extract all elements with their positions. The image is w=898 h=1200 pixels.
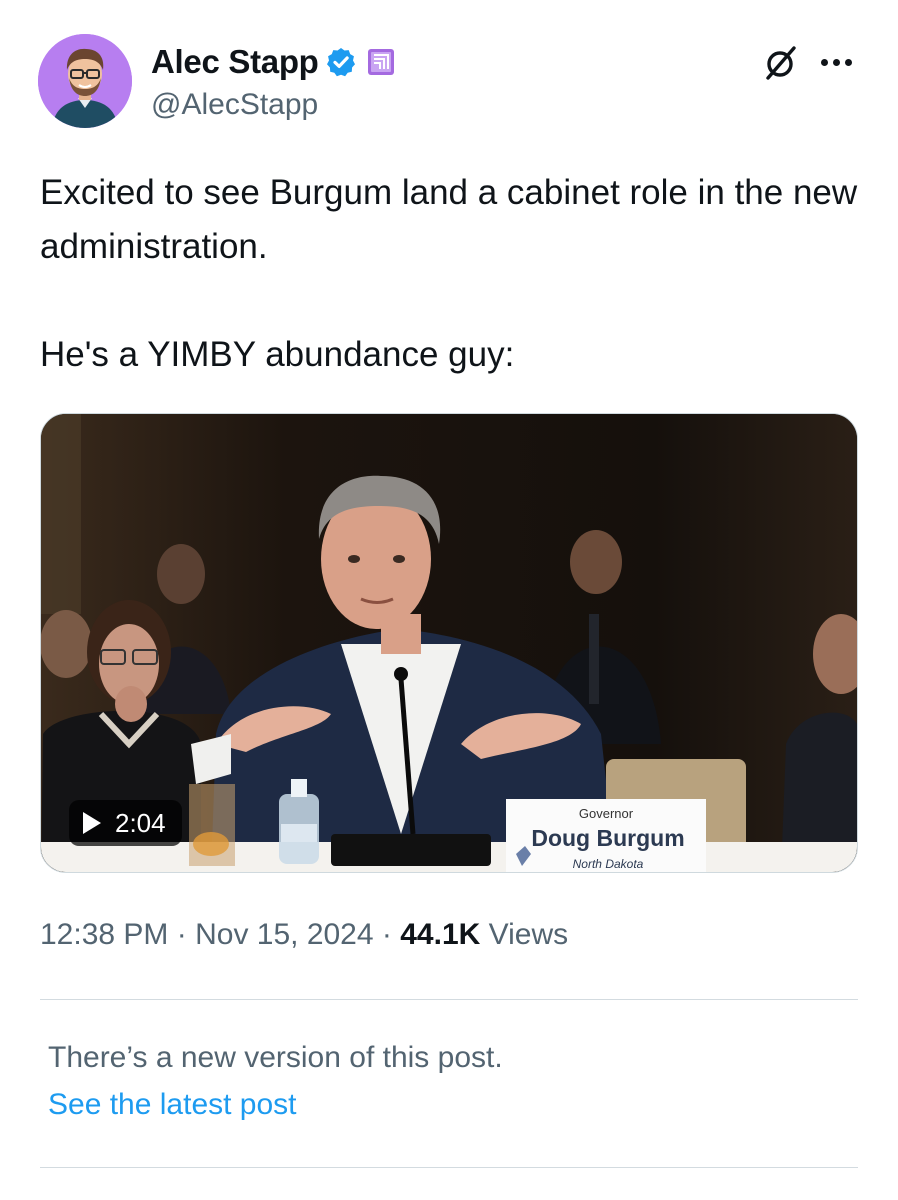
affiliation-badge-icon[interactable] bbox=[367, 48, 395, 76]
post-time[interactable]: 12:38 PM bbox=[40, 918, 168, 951]
divider bbox=[40, 999, 858, 1000]
verified-icon bbox=[326, 48, 355, 77]
see-latest-post-link[interactable]: See the latest post bbox=[48, 1088, 297, 1122]
video-duration: 2:04 bbox=[115, 807, 166, 838]
name-row: Alec Stapp bbox=[151, 42, 395, 82]
post-date[interactable]: Nov 15, 2024 bbox=[195, 918, 373, 951]
tweet-header: Alec Stapp @AlecStapp bbox=[38, 34, 860, 130]
tweet-text: Excited to see Burgum land a cabinet rol… bbox=[40, 166, 860, 382]
display-name[interactable]: Alec Stapp bbox=[151, 43, 319, 81]
new-version-notice: There’s a new version of this post. bbox=[48, 1041, 503, 1074]
tweet-paragraph: Excited to see Burgum land a cabinet rol… bbox=[40, 173, 858, 266]
divider bbox=[40, 1167, 858, 1168]
nameplate-state: North Dakota bbox=[573, 857, 644, 871]
meta-separator: · bbox=[373, 918, 401, 951]
nameplate-title: Governor bbox=[579, 806, 634, 821]
meta-separator: · bbox=[168, 918, 196, 951]
nameplate-name: Doug Burgum bbox=[531, 825, 684, 851]
tweet-meta: 12:38 PM · Nov 15, 2024 · 44.1K Views bbox=[40, 918, 568, 952]
tweet-paragraph: He's a YIMBY abundance guy: bbox=[40, 335, 515, 374]
play-icon bbox=[83, 812, 101, 834]
user-handle[interactable]: @AlecStapp bbox=[151, 88, 318, 122]
video-player[interactable]: Governor Doug Burgum North Dakota 2:04 bbox=[40, 413, 858, 873]
avatar-illustration bbox=[38, 34, 132, 128]
views-count[interactable]: 44.1K bbox=[400, 918, 480, 951]
views-label: Views bbox=[480, 918, 569, 951]
grok-icon[interactable] bbox=[760, 42, 802, 84]
avatar[interactable] bbox=[38, 34, 132, 128]
duration-badge[interactable]: 2:04 bbox=[69, 800, 182, 846]
more-icon[interactable] bbox=[816, 44, 856, 80]
